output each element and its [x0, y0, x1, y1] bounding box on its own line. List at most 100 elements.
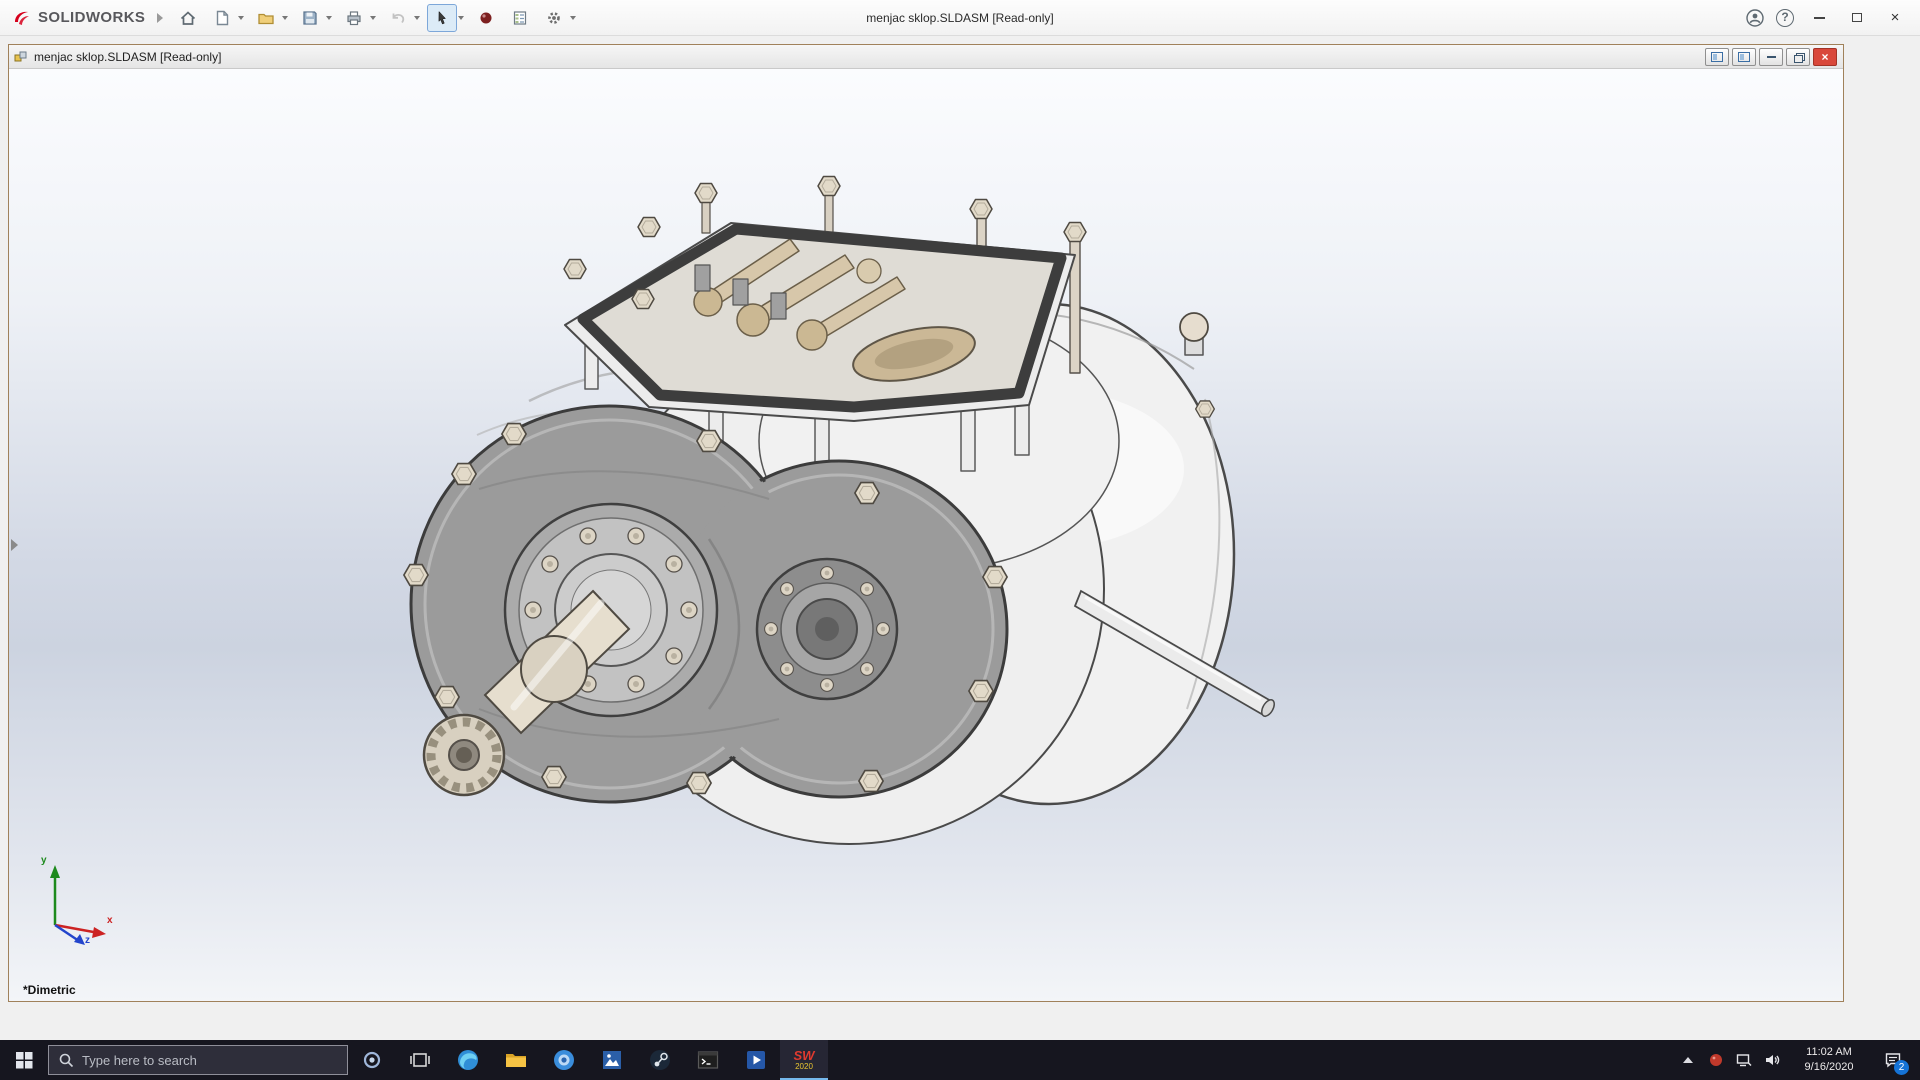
home-icon: [181, 10, 196, 25]
orientation-triad: y x z: [33, 853, 125, 949]
user-avatar-icon: [1746, 8, 1764, 27]
graphics-viewport[interactable]: y x z *Dimetric: [9, 69, 1843, 1001]
solidworks-app-icon: SW 2020: [794, 1049, 815, 1071]
triad-axes-icon: [50, 865, 106, 945]
steam-icon: [650, 1050, 670, 1070]
terminal-button[interactable]: [684, 1040, 732, 1080]
options-button[interactable]: [539, 4, 569, 32]
document-window: menjac sklop.SLDASM [Read-only] × y x z …: [8, 44, 1844, 1002]
report-button[interactable]: [505, 4, 535, 32]
cortana-button[interactable]: [348, 1040, 396, 1080]
file-explorer-button[interactable]: [492, 1040, 540, 1080]
featuremanager-expand-arrow[interactable]: [11, 539, 18, 551]
solidworks-monitor-tray-button[interactable]: [1702, 1040, 1730, 1080]
photos-icon: [603, 1051, 621, 1069]
windows-logo-icon: [15, 1051, 32, 1068]
help-icon: ?: [1776, 8, 1794, 27]
open-folder-icon: [258, 13, 274, 24]
network-tray-button[interactable]: [1730, 1040, 1758, 1080]
assembly-document-icon: [14, 51, 27, 61]
app-window-title: menjac sklop.SLDASM [Read-only]: [866, 10, 1054, 25]
doc-close-icon: ×: [1821, 49, 1829, 64]
app-minimize-button[interactable]: [1802, 4, 1836, 32]
record-sphere-icon: [480, 12, 492, 23]
new-document-icon: [217, 10, 229, 25]
triad-y-label: y: [41, 855, 47, 866]
tray-overflow-button[interactable]: [1674, 1040, 1702, 1080]
movies-icon: [747, 1051, 765, 1069]
task-view-button[interactable]: [396, 1040, 444, 1080]
speaker-icon: [1766, 1055, 1780, 1065]
new-document-button[interactable]: [207, 4, 237, 32]
solidworks-logo: SOLIDWORKS: [0, 8, 153, 28]
cascade-windows-button[interactable]: [1732, 47, 1756, 66]
maximize-icon: [1852, 13, 1862, 22]
taskbar: SW 2020 11:02 AM: [0, 1040, 1920, 1080]
view-orientation-label: *Dimetric: [23, 983, 76, 997]
doc-close-button[interactable]: ×: [1813, 47, 1837, 66]
steam-button[interactable]: [636, 1040, 684, 1080]
document-title: menjac sklop.SLDASM [Read-only]: [34, 49, 222, 64]
clock-date: 9/16/2020: [1804, 1061, 1854, 1073]
doc-restore-icon: [1793, 52, 1805, 63]
account-button[interactable]: [1742, 5, 1768, 31]
save-dropdown[interactable]: [326, 15, 333, 20]
record-button[interactable]: [471, 4, 501, 32]
red-dot-icon: [1710, 1054, 1722, 1066]
cascade-windows-icon: [1738, 51, 1750, 62]
edge-icon: [458, 1050, 478, 1070]
taskbar-clock[interactable]: 11:02 AM 9/16/2020: [1786, 1045, 1872, 1075]
open-dropdown[interactable]: [282, 15, 289, 20]
gear-icon: [548, 11, 561, 24]
app-titlebar: SOLIDWORKS menjac sklop.SLDASM [Read-onl…: [0, 0, 1920, 36]
print-button[interactable]: [339, 4, 369, 32]
undo-icon: [392, 13, 405, 23]
help-button[interactable]: ?: [1772, 5, 1798, 31]
doc-restore-button[interactable]: [1786, 47, 1810, 66]
photos-button[interactable]: [588, 1040, 636, 1080]
doc-minimize-button[interactable]: [1759, 47, 1783, 66]
open-button[interactable]: [251, 4, 281, 32]
search-icon: [59, 1053, 74, 1067]
options-dropdown[interactable]: [570, 15, 577, 20]
search-input[interactable]: [82, 1052, 337, 1068]
gearbox-model[interactable]: [9, 69, 1843, 1001]
undo-button[interactable]: [383, 4, 413, 32]
brand-name: SOLIDWORKS: [38, 9, 146, 26]
save-button[interactable]: [295, 4, 325, 32]
action-center-button[interactable]: 2: [1872, 1040, 1914, 1080]
right-flange: [755, 557, 899, 701]
browser-button[interactable]: [540, 1040, 588, 1080]
taskbar-search[interactable]: [48, 1045, 348, 1075]
solidworks-mark: SW: [793, 1048, 815, 1063]
tile-windows-button[interactable]: [1705, 47, 1729, 66]
print-dropdown[interactable]: [370, 15, 377, 20]
app-maximize-button[interactable]: [1840, 4, 1874, 32]
print-icon: [347, 10, 361, 25]
volume-tray-button[interactable]: [1758, 1040, 1786, 1080]
chevron-up-icon: [1683, 1057, 1693, 1063]
movies-button[interactable]: [732, 1040, 780, 1080]
select-dropdown[interactable]: [458, 15, 465, 20]
edge-button[interactable]: [444, 1040, 492, 1080]
save-icon: [303, 10, 317, 25]
browser-icon: [554, 1050, 574, 1070]
new-document-dropdown[interactable]: [238, 15, 245, 20]
undo-dropdown[interactable]: [414, 15, 421, 20]
close-icon: ×: [1890, 9, 1900, 26]
terminal-icon: [697, 1051, 719, 1069]
menu-expand-arrow[interactable]: [157, 12, 164, 23]
select-button[interactable]: [427, 3, 458, 32]
triad-z-label: z: [85, 935, 90, 946]
home-button[interactable]: [173, 4, 203, 32]
clock-time: 11:02 AM: [1806, 1046, 1852, 1059]
file-explorer-icon: [506, 1054, 526, 1067]
network-icon: [1736, 1054, 1752, 1067]
report-sheet-icon: [514, 10, 527, 25]
solidworks-taskbar-button[interactable]: SW 2020: [780, 1040, 828, 1080]
triad-x-label: x: [107, 915, 113, 926]
doc-minimize-icon: [1766, 55, 1776, 58]
document-titlebar[interactable]: menjac sklop.SLDASM [Read-only] ×: [9, 45, 1843, 69]
start-button[interactable]: [0, 1040, 48, 1080]
app-close-button[interactable]: ×: [1878, 4, 1912, 32]
